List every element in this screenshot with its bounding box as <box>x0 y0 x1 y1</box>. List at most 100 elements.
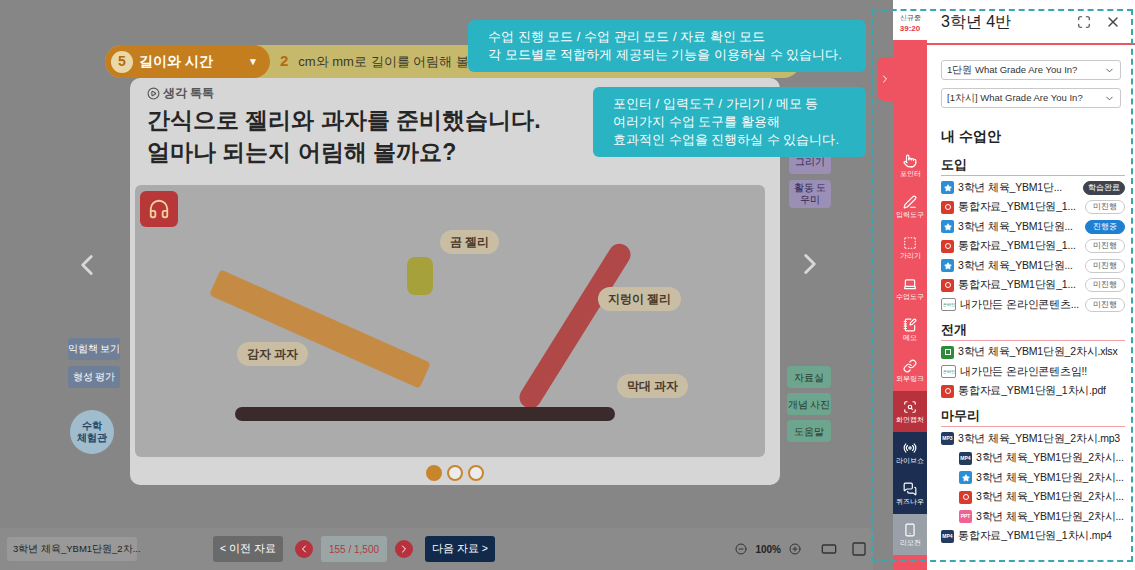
lesson-file-row[interactable]: 3학년 체육_YBM1단...학습완료 <box>941 178 1135 198</box>
lesson-file-row[interactable]: 온라인내가만든 온라인콘텐츠...미진행 <box>941 295 1135 315</box>
pdf-file-icon <box>941 279 954 292</box>
lesson-file-row[interactable]: MP33학년 체육_YBM1단원_2차시.mp3 <box>941 429 1135 449</box>
toolbar-item[interactable]: 수업도구 <box>893 268 927 309</box>
ppt-file-icon: PPT <box>959 510 972 523</box>
toolbar-item[interactable]: 라이브쇼 <box>893 432 927 473</box>
plan-heading: 내 수업안 <box>927 126 1135 146</box>
lesson-file-row[interactable]: 통합자료_YBM1단원_1...미진행 <box>941 237 1135 257</box>
page-dot[interactable] <box>468 465 484 481</box>
prev-page-button[interactable] <box>70 243 104 287</box>
next-circle-button[interactable] <box>395 540 413 558</box>
select-box[interactable]: [1차시] What Grade Are You In? <box>941 88 1121 108</box>
headphones-icon <box>148 198 170 220</box>
expand-icon[interactable] <box>1077 15 1091 29</box>
lesson-file-row[interactable]: 온라인내가만든 온라인콘텐츠임!! <box>941 362 1135 382</box>
viewer: 5길이와 시간▼2cm와 mm로 길이를 어림해 볼까요익힘책 보기형성 평가수… <box>0 0 873 570</box>
page-dots <box>147 465 763 481</box>
chevron-right-icon <box>879 73 891 85</box>
toolbar-item[interactable]: 가리기 <box>893 227 927 268</box>
zoom-in-icon[interactable] <box>789 543 801 555</box>
next-file-button[interactable]: 다음 자료 > <box>425 536 495 562</box>
xlsx-file-icon <box>941 346 954 359</box>
zoom-out-icon[interactable] <box>735 543 747 555</box>
image-label: 지렁이 젤리 <box>598 287 681 311</box>
chevron-left-icon <box>70 243 104 287</box>
close-icon[interactable] <box>1105 14 1121 30</box>
status-badge: 학습완료 <box>1083 181 1125 195</box>
side-button[interactable]: 익힘책 보기 <box>68 338 120 360</box>
prev-circle-button[interactable] <box>295 540 313 558</box>
zoom-level: 100% <box>755 542 781 557</box>
app: 5길이와 시간▼2cm와 mm로 길이를 어림해 볼까요익힘책 보기형성 평가수… <box>0 0 1135 570</box>
tool-icon <box>903 277 917 291</box>
toolbar-item[interactable]: 리모컨 <box>893 514 927 555</box>
math-lab-button[interactable]: 수학체험관 <box>70 410 114 454</box>
toolbar-item[interactable]: 포인터 <box>893 145 927 186</box>
lesson-file-row[interactable]: PPT3학년 체육_YBM1단원_2차시... <box>941 507 1135 527</box>
bottom-bar: 3학년 체육_YBM1단원_2차...< 이전 자료155 / 1,500다음 … <box>0 528 873 570</box>
chevron-right-icon <box>398 543 410 555</box>
online-file-icon: 온라인 <box>941 365 956 378</box>
tool-icon <box>903 482 917 496</box>
lesson-file-row[interactable]: 통합자료_YBM1단원_1...미진행 <box>941 198 1135 218</box>
resource-button[interactable]: 자료실 <box>787 366 831 388</box>
status-badge: 미진행 <box>1085 259 1125 273</box>
status-badge: 진행중 <box>1085 220 1125 234</box>
tool-icon <box>903 236 917 250</box>
pdf-file-icon <box>941 385 954 398</box>
unit-selector[interactable]: 5길이와 시간▼ <box>105 45 270 78</box>
tool-icon <box>903 195 917 209</box>
image-label: 막대 과자 <box>617 374 688 398</box>
lesson-file-row[interactable]: MP4통합자료_YBM1단원_1차시.mp4 <box>941 527 1135 547</box>
section-title: 마무리 <box>941 407 1125 427</box>
toolbar-item[interactable]: 메모 <box>893 309 927 350</box>
panel-highlight <box>871 9 1133 562</box>
mp4-file-icon: MP4 <box>941 530 954 543</box>
pdf-file-icon <box>941 240 954 253</box>
fit-width-icon[interactable] <box>821 541 837 557</box>
status-badge: 미진행 <box>1085 239 1125 253</box>
section-title: 도입 <box>941 156 1125 176</box>
next-page-button[interactable] <box>793 242 827 286</box>
tool-icon <box>903 318 917 332</box>
toolbar-item[interactable]: 외부링크 <box>893 350 927 391</box>
lesson-file-row[interactable]: 3학년 체육_YBM1단원...미진행 <box>941 256 1135 276</box>
play-icon <box>147 87 160 100</box>
status-badge: 미진행 <box>1085 278 1125 292</box>
lesson-file-row[interactable]: 3학년 체육_YBM1단원...진행중 <box>941 217 1135 237</box>
lesson-file-row[interactable]: MP43학년 체육_YBM1단원_2차시... <box>941 449 1135 469</box>
side-button[interactable]: 형성 평가 <box>68 366 120 388</box>
guide-tooltip: 포인터 / 입력도구 / 가리기 / 메모 등여러가지 수업 도구를 활용해효과… <box>593 87 866 157</box>
resource-button[interactable]: 도움말 <box>787 420 831 442</box>
image-label: 곰 젤리 <box>440 230 499 254</box>
guide-tooltip: 수업 진행 모드 / 수업 관리 모드 / 자료 확인 모드각 모드별로 적합하… <box>468 20 866 72</box>
audio-button[interactable] <box>140 191 178 227</box>
toolbar-item[interactable]: 입력도구 <box>893 186 927 227</box>
resource-button[interactable]: 개념 사진 <box>787 393 831 415</box>
lesson-file-row[interactable]: 통합자료_YBM1단원_1차시.pdf <box>941 382 1135 402</box>
chevron-down-icon <box>1104 93 1115 104</box>
tool-button[interactable]: 활동 도우미 <box>789 180 831 208</box>
toolbar-item[interactable]: 퀴즈나우 <box>893 473 927 514</box>
tool-icon <box>903 441 917 455</box>
lesson-file-row[interactable]: 3학년 체육_YBM1단원_2차시... <box>941 468 1135 488</box>
toolbar: 신규중39:20 포인터입력도구가리기수업도구메모외부링크화면캡처라이브쇼퀴즈나우… <box>893 0 927 570</box>
tool-icon <box>903 523 917 537</box>
lesson-file-row[interactable]: 3학년 체육_YBM1단원_2차시... <box>941 488 1135 508</box>
fit-page-icon[interactable] <box>851 541 867 557</box>
pdf-file-icon <box>941 201 954 214</box>
collapse-tab[interactable] <box>877 57 893 101</box>
session-timer: 신규중39:20 <box>893 0 927 40</box>
chevron-left-icon <box>298 543 310 555</box>
section-title: 전개 <box>941 321 1125 341</box>
page-dot[interactable] <box>426 465 442 481</box>
lesson-file-row[interactable]: 통합자료_YBM1단원_1...미진행 <box>941 276 1135 296</box>
star-file-icon <box>941 259 954 272</box>
star-file-icon <box>959 471 972 484</box>
page-dot[interactable] <box>447 465 463 481</box>
lesson-file-row[interactable]: 3학년 체육_YBM1단원_2차시.xlsx <box>941 343 1135 363</box>
toolbar-item[interactable]: 화면캡처 <box>893 391 927 432</box>
chevron-right-icon <box>793 242 827 286</box>
select-box[interactable]: 1단원 What Grade Are You In? <box>941 60 1121 80</box>
prev-file-button[interactable]: < 이전 자료 <box>213 536 283 562</box>
